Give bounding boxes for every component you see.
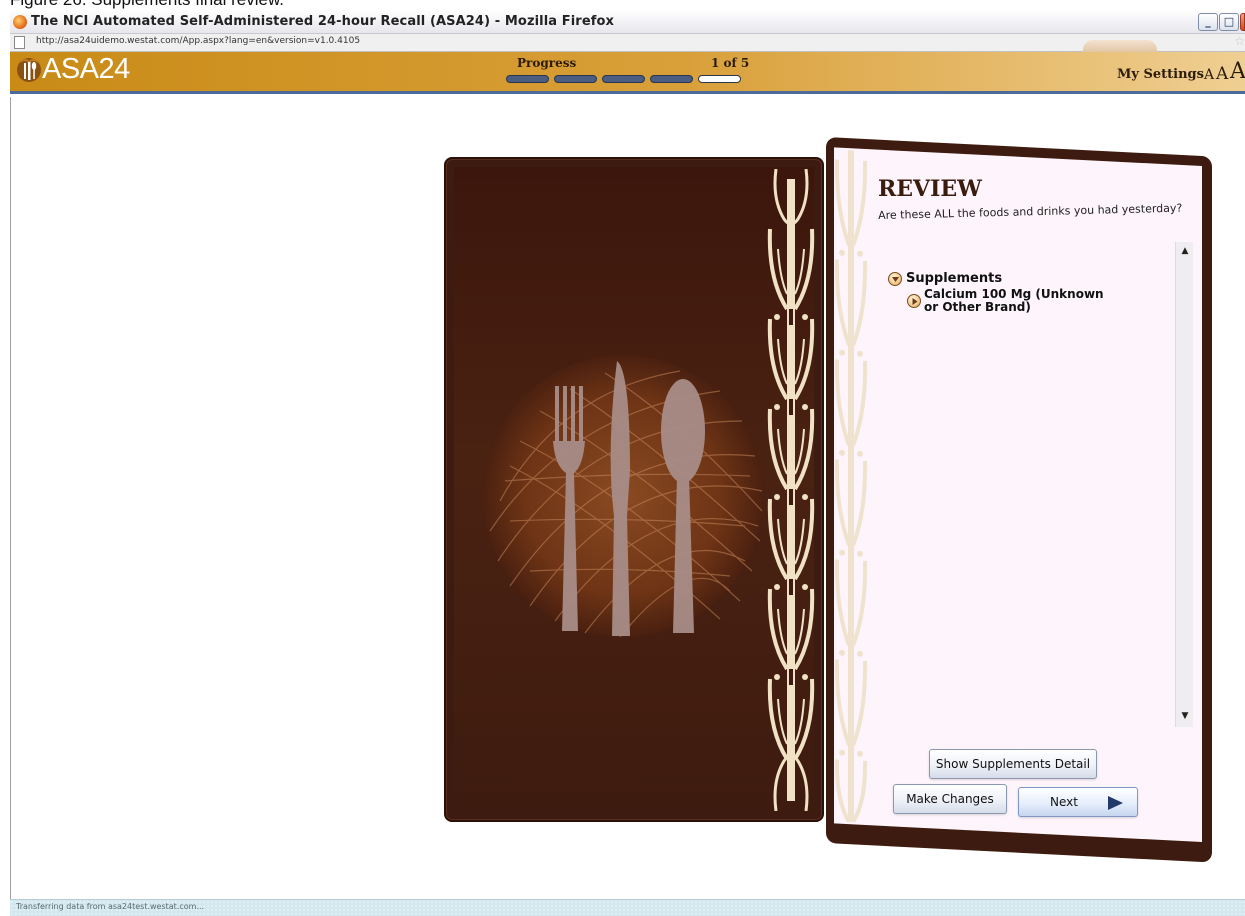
window-title: The NCI Automated Self-Administered 24-h…	[31, 14, 615, 29]
scroll-down-button[interactable]: ▼	[1176, 711, 1194, 723]
item-label: Calcium 100 Mg (Unknown or Other Brand)	[924, 287, 1104, 314]
plate-cutlery-illustration	[482, 355, 764, 638]
next-arrow-icon	[1108, 796, 1123, 810]
status-text: Transferring data from asa24test.westat.…	[16, 902, 205, 911]
close-button[interactable]	[1240, 13, 1245, 31]
minimize-button[interactable]: _	[1198, 13, 1218, 31]
font-size-large-button[interactable]: A	[1230, 59, 1245, 84]
url-bar[interactable]: http://asa24uidemo.westat.com/App.aspx?l…	[10, 34, 1245, 52]
figure-caption: Figure 26. Supplements final review.	[10, 0, 284, 9]
app-header: ASA24 Progress 1 of 5 My Settings A A A	[10, 52, 1245, 94]
supplements-group[interactable]: Supplements	[888, 272, 1002, 286]
font-size-medium-button[interactable]: A	[1216, 64, 1228, 84]
progress-segment	[650, 75, 693, 83]
page-border	[10, 97, 11, 899]
scrollbar[interactable]: ▲ ▼	[1175, 242, 1193, 727]
page-icon	[14, 36, 25, 49]
next-button-label: Next	[1050, 795, 1078, 809]
maximize-button[interactable]: □	[1219, 13, 1239, 31]
make-changes-button[interactable]: Make Changes	[893, 784, 1007, 814]
screen-root: { "caption": { "text": "Figure 26. Suppl…	[0, 0, 1245, 916]
review-list[interactable]: Supplements Calcium 100 Mg (Unknown or O…	[878, 242, 1193, 727]
status-bar: Transferring data from asa24test.westat.…	[10, 899, 1245, 916]
url-text[interactable]: http://asa24uidemo.westat.com/App.aspx?l…	[36, 36, 360, 46]
font-size-small-button[interactable]: A	[1204, 67, 1214, 83]
progress-label: Progress	[517, 56, 577, 70]
progress-segment	[554, 75, 597, 83]
tab-thumbnail	[1083, 40, 1157, 52]
window-titlebar[interactable]: The NCI Automated Self-Administered 24-h…	[10, 10, 1245, 34]
progress-count: 1 of 5	[711, 56, 750, 70]
next-button[interactable]: Next	[1018, 787, 1138, 817]
menu-left-inner	[454, 167, 814, 814]
progress-segment	[506, 75, 549, 83]
collapse-toggle-icon[interactable]	[888, 272, 902, 286]
my-settings-link[interactable]: My Settings	[1117, 67, 1204, 82]
menu-ornament-border	[767, 169, 815, 811]
progress-segment-current	[698, 75, 741, 83]
review-title: REVIEW	[878, 176, 982, 202]
bookmark-star-icon[interactable]: ☆	[1234, 34, 1245, 48]
app-logo-text: ASA24	[42, 53, 130, 85]
firefox-icon	[13, 15, 27, 29]
scroll-up-button[interactable]: ▲	[1176, 246, 1194, 258]
supplement-item[interactable]: Calcium 100 Mg (Unknown or Other Brand)	[907, 288, 1104, 314]
progress-segment	[602, 75, 645, 83]
group-label: Supplements	[906, 271, 1003, 286]
expand-toggle-icon[interactable]	[907, 294, 921, 308]
menu-left-page	[444, 157, 824, 822]
show-supplements-detail-button[interactable]: Show Supplements Detail	[929, 749, 1097, 779]
asa24-logo-icon	[17, 58, 41, 82]
review-question: Are these ALL the foods and drinks you h…	[878, 201, 1183, 222]
review-panel: REVIEW Are these ALL the foods and drink…	[834, 146, 1202, 826]
